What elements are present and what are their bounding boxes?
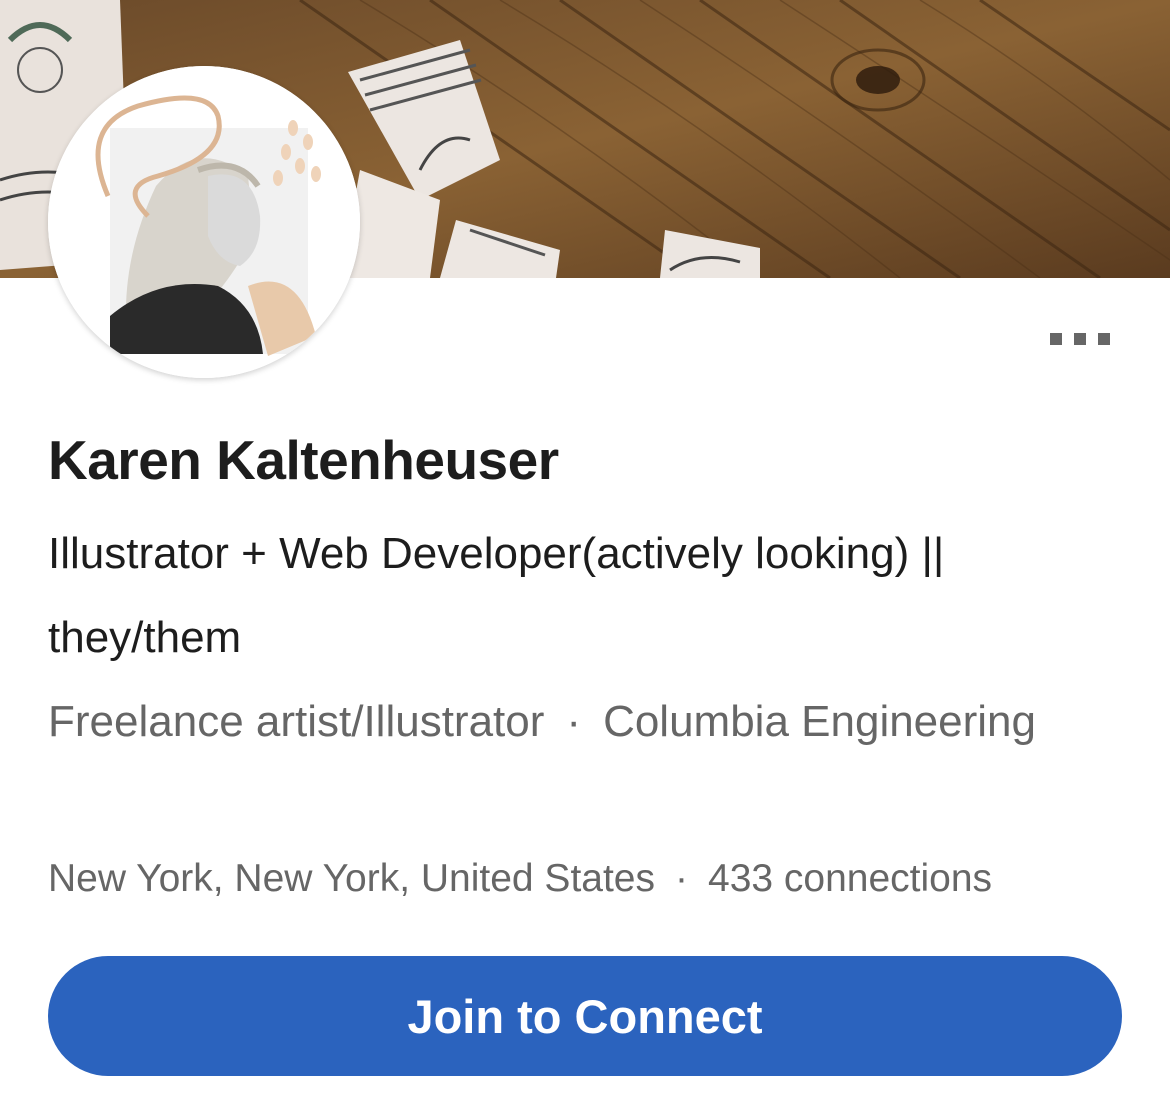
profile-name: Karen Kaltenheuser (48, 429, 559, 491)
profile-position-education: Freelance artist/Illustrator · Columbia En… (48, 680, 1048, 764)
more-options-button[interactable] (1040, 322, 1120, 356)
profile-location-row: New York, New York, United States · 433 co… (48, 854, 1138, 904)
separator: · (675, 857, 688, 900)
location: New York, New York, United States (48, 857, 655, 900)
profile-headline: Illustrator + Web Developer(actively loo… (48, 529, 945, 662)
education: Columbia Engineering (603, 697, 1036, 746)
join-to-connect-button[interactable]: Join to Connect (48, 956, 1122, 1076)
separator: · (566, 697, 582, 746)
connections-count: 433 connections (708, 857, 993, 900)
current-position: Freelance artist/Illustrator (48, 697, 545, 746)
more-options-icon (1050, 333, 1110, 345)
profile-avatar[interactable] (48, 66, 360, 378)
